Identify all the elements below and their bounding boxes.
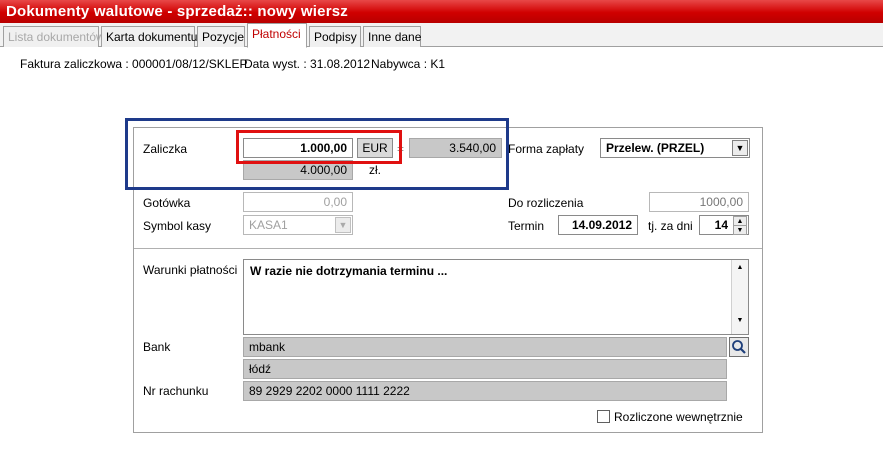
scroll-up-icon[interactable]: ▲ [732, 264, 748, 271]
tab-other-data[interactable]: Inne dane [363, 26, 421, 47]
terms-text: W razie nie dotrzymania terminu ... [250, 264, 448, 278]
tab-items[interactable]: Pozycje [197, 26, 245, 47]
tab-payments[interactable]: Płatności [247, 23, 307, 48]
window-title: Dokumenty walutowe - sprzedaż:: nowy wie… [0, 0, 883, 23]
tab-document-card[interactable]: Karta dokumentu [101, 26, 197, 47]
bank-name-field: mbank [243, 337, 727, 357]
chevron-down-icon[interactable]: ▼ [732, 140, 748, 156]
tab-document-list[interactable]: Lista dokumentów [3, 26, 105, 47]
account-label: Nr rachunku [143, 384, 209, 398]
term-date-field[interactable]: 14.09.2012 [558, 215, 638, 235]
pln-amount-field: 4.000,00 [243, 160, 353, 180]
settled-internally-label: Rozliczone wewnętrznie [614, 410, 743, 424]
scroll-down-icon[interactable]: ▼ [732, 317, 748, 324]
cash-field[interactable]: 0,00 [243, 192, 353, 212]
terms-label: Warunki płatności [143, 263, 238, 277]
terms-scrollbar[interactable]: ▲ ▼ [731, 260, 748, 334]
days-label: tj. za dni [648, 219, 693, 233]
bank-label: Bank [143, 340, 171, 354]
settled-internally-checkbox[interactable] [597, 410, 610, 423]
payment-form-label: Forma zapłaty [508, 142, 585, 156]
advance-amount-field[interactable]: 1.000,00 [243, 138, 353, 158]
cash-symbol-value: KASA1 [249, 218, 288, 232]
section-divider [134, 248, 762, 249]
invoice-info: Faktura zaliczkowa : 000001/08/12/SKLEP [20, 57, 248, 71]
payment-form-select[interactable]: Przelew. (PRZEL) [600, 138, 750, 158]
to-settle-label: Do rozliczenia [508, 196, 584, 210]
to-settle-field: 1000,00 [649, 192, 749, 212]
buyer-info: Nabywca : K1 [371, 57, 446, 71]
search-icon[interactable] [729, 337, 749, 357]
bank-city-field: łódź [243, 359, 727, 379]
terms-textarea[interactable]: W razie nie dotrzymania terminu ... ▲ ▼ [243, 259, 749, 335]
tab-signatures[interactable]: Podpisy [309, 26, 361, 47]
term-label: Termin [508, 219, 545, 233]
payment-form-value: Przelew. (PRZEL) [606, 141, 705, 155]
pln-unit-label: zł. [369, 163, 381, 177]
converted-amount-field: 3.540,00 [409, 138, 502, 158]
tab-strip: Lista dokumentów Karta dokumentu Pozycje… [0, 23, 883, 48]
rate-sign: = [397, 142, 405, 156]
account-number-field: 89 2929 2202 0000 1111 2222 [243, 381, 727, 401]
issue-date-info: Data wyst. : 31.08.2012 [244, 57, 371, 71]
cash-symbol-label: Symbol kasy [143, 219, 212, 233]
cash-label: Gotówka [143, 196, 191, 210]
currency-button[interactable]: EUR [357, 138, 393, 158]
chevron-down-icon[interactable]: ▼ [335, 217, 351, 233]
spin-down-icon[interactable]: ▼ [733, 225, 747, 235]
advance-label: Zaliczka [143, 142, 188, 156]
